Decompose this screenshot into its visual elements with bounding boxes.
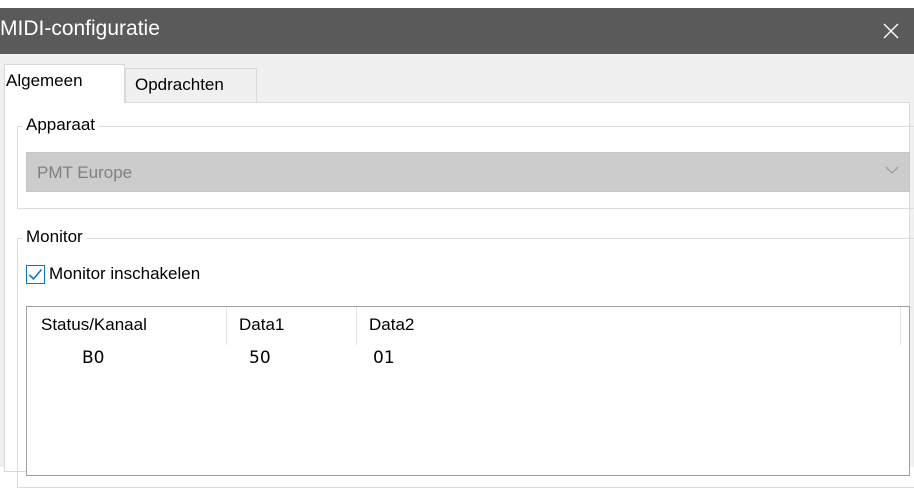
device-select-value: PMT Europe bbox=[37, 163, 133, 182]
device-select[interactable]: PMT Europe bbox=[26, 152, 910, 192]
tab-opdrachten[interactable]: Opdrachten bbox=[125, 68, 257, 103]
device-group-legend: Apparaat bbox=[22, 115, 99, 135]
row-1-data1: 50 bbox=[249, 348, 271, 368]
row-1-status: B0 bbox=[82, 348, 105, 368]
tab-algemeen-label: Algemeen bbox=[6, 71, 83, 90]
dialog-body: Algemeen Opdrachten Apparaat PMT Europe … bbox=[0, 54, 914, 488]
column-separator[interactable] bbox=[356, 307, 357, 345]
checkbox-box[interactable] bbox=[26, 264, 45, 284]
monitor-enable-checkbox[interactable]: Monitor inschakelen bbox=[26, 264, 200, 284]
checkmark-icon bbox=[28, 268, 43, 280]
device-groupbox: Apparaat PMT Europe bbox=[17, 115, 914, 209]
midi-monitor-list[interactable]: Status/Kanaal Data1 Data2 B0 50 01 bbox=[26, 306, 910, 476]
column-separator[interactable] bbox=[226, 307, 227, 345]
monitor-groupbox: Monitor Monitor inschakelen Status/Kanaa… bbox=[17, 227, 914, 488]
title-bar: MIDI-configuratie bbox=[0, 8, 914, 54]
tab-algemeen[interactable]: Algemeen bbox=[4, 64, 125, 103]
window-title: MIDI-configuratie bbox=[0, 17, 160, 40]
tab-panel-algemeen: Apparaat PMT Europe Monitor Monitor insc… bbox=[4, 102, 914, 488]
close-icon bbox=[883, 23, 899, 39]
column-header-data1[interactable]: Data1 bbox=[239, 307, 284, 339]
tab-opdrachten-label: Opdrachten bbox=[135, 75, 224, 94]
column-header-status[interactable]: Status/Kanaal bbox=[41, 307, 147, 339]
column-separator[interactable] bbox=[900, 307, 901, 345]
chevron-down-icon bbox=[885, 166, 899, 174]
monitor-enable-label: Monitor inschakelen bbox=[49, 264, 201, 283]
monitor-group-legend: Monitor bbox=[22, 227, 87, 247]
close-button[interactable] bbox=[868, 8, 914, 54]
column-header-data2[interactable]: Data2 bbox=[369, 307, 414, 339]
row-1-data2: 01 bbox=[373, 348, 395, 368]
